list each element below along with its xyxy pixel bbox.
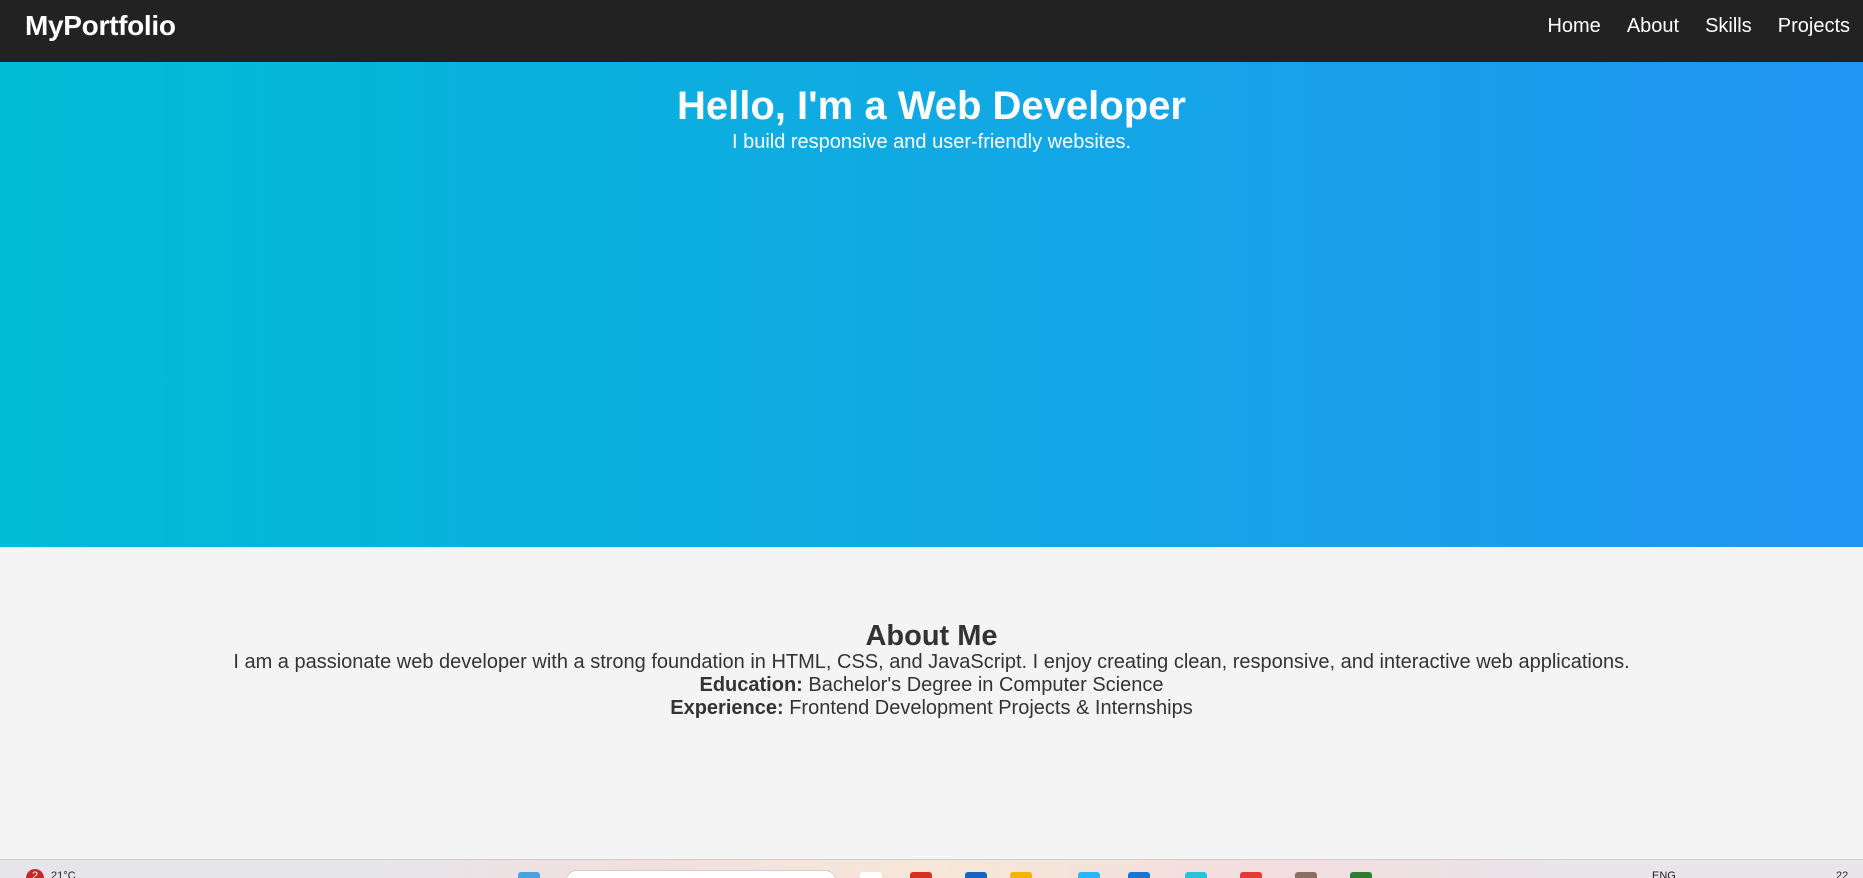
nav-links: Home About Skills Projects <box>1547 15 1850 38</box>
windows-start-icon[interactable] <box>518 872 540 878</box>
app-icon-4[interactable] <box>1010 872 1032 878</box>
experience-label: Experience: <box>670 697 784 719</box>
hero-subtitle: I build responsive and user-friendly web… <box>731 131 1132 153</box>
app-icon-1[interactable] <box>860 872 882 878</box>
education-line: Education: Bachelor's Degree in Computer… <box>0 674 1863 697</box>
education-label: Education: <box>699 674 803 696</box>
app-icon-7[interactable] <box>1185 872 1207 878</box>
app-icon-6[interactable] <box>1128 872 1150 878</box>
nav-link-about[interactable]: About <box>1627 15 1679 38</box>
education-value: Bachelor's Degree in Computer Science <box>802 674 1164 696</box>
experience-line: Experience: Frontend Development Project… <box>0 697 1863 720</box>
about-title: About Me <box>865 620 998 652</box>
about-section: About Me I am a passionate web developer… <box>0 547 1863 859</box>
app-icon-3[interactable] <box>965 872 987 878</box>
app-icon-5[interactable] <box>1078 872 1100 878</box>
app-icon-9[interactable] <box>1295 872 1317 878</box>
app-icon-10[interactable] <box>1350 872 1372 878</box>
nav-link-skills[interactable]: Skills <box>1705 15 1752 38</box>
app-icon-8[interactable] <box>1240 872 1262 878</box>
top-navbar: MyPortfolio Home About Skills Projects <box>0 0 1863 62</box>
nav-link-home[interactable]: Home <box>1547 15 1600 38</box>
brand-logo[interactable]: MyPortfolio <box>25 10 176 42</box>
experience-value: Frontend Development Projects & Internsh… <box>783 697 1193 719</box>
nav-link-projects[interactable]: Projects <box>1778 15 1850 38</box>
about-description: I am a passionate web developer with a s… <box>233 651 1630 673</box>
hero-title: Hello, I'm a Web Developer <box>677 84 1186 128</box>
os-taskbar: 2 21°C ENG 22 <box>0 859 1863 878</box>
app-icon-2[interactable] <box>910 872 932 878</box>
hero-section: Hello, I'm a Web Developer I build respo… <box>0 62 1863 547</box>
